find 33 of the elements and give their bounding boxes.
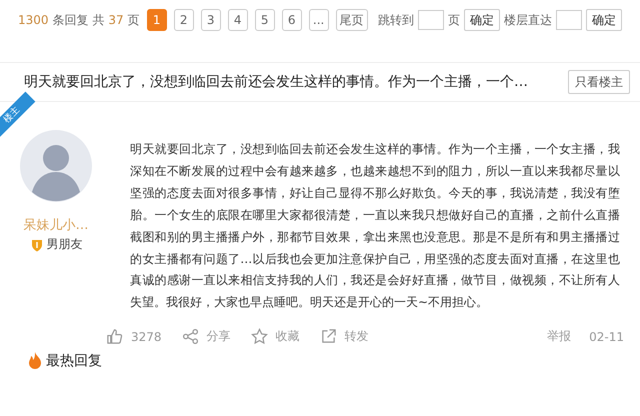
floor-label: 楼层直达	[504, 12, 552, 28]
medal-icon	[30, 238, 44, 252]
section-title: 最热回复	[46, 352, 102, 370]
forward-icon	[320, 328, 337, 346]
page-unit: 页	[448, 12, 460, 28]
post-date: 02-11	[589, 330, 624, 344]
reply-label: 条回复 共	[52, 12, 104, 28]
page-button[interactable]: 5	[254, 9, 275, 31]
flame-icon	[26, 351, 44, 372]
page-button[interactable]: 尾页	[336, 9, 368, 31]
page-button[interactable]: 4	[228, 9, 248, 31]
page-input[interactable]	[418, 10, 444, 30]
jump-label: 跳转到	[378, 12, 414, 28]
post-text: 明天就要回北京了，没想到临回去前还会发生这样的事情。作为一个主播，一个女主播，我深知在不断发展的过程中会有越来越多，也越来越想不到的阻力，所以一直以来我都尽量以坚强的态度去面对很多事情，好让自己显得不那么好欺负。今天的事，我说清楚，我没有堕胎。一个女生的底限在哪里大家都很清楚，一直以来我只想做好自己的直播，之前什么直播截图和别的男主播播户外，那都节目效果，拿出来黑也没意思。那是不是所有和男主播播过的女主播都有问题了…以后我也会更加注意保护自己，用坚强的态度去面对直播，在这里也真诚的感谢一直以来相信支持我的人们，我还是会好好直播，做节目，做视频，不让所有人失望。我很好，大家也早点睡吧。明天还是开心的一天~不用担心。	[130, 141, 620, 312]
floor-input[interactable]	[556, 10, 582, 30]
favorite-button[interactable]: 收藏	[250, 328, 300, 346]
page-button[interactable]: 3	[200, 9, 221, 31]
thumbs-up-icon	[106, 328, 123, 346]
avatar[interactable]	[20, 130, 92, 202]
page-button[interactable]: 2	[174, 9, 194, 31]
star-icon	[250, 328, 268, 346]
forward-button[interactable]: 转发	[320, 328, 369, 346]
page-button[interactable]: 6	[282, 9, 302, 31]
confirm-button[interactable]: 确定	[464, 9, 500, 31]
reply-count: 1300	[18, 13, 49, 27]
author-only-button[interactable]: 只看楼主	[568, 70, 630, 94]
medal-label: 男朋友	[46, 236, 82, 253]
page-count: 37	[108, 13, 124, 27]
confirm-button[interactable]: 确定	[586, 9, 622, 31]
share-icon	[182, 328, 199, 346]
page-button[interactable]: ...	[308, 9, 329, 31]
page-label: 页	[128, 12, 140, 28]
thread-title: 明天就要回北京了，没想到临回去前还会发生这样的事情。作为一个主播，一个…	[24, 73, 528, 91]
